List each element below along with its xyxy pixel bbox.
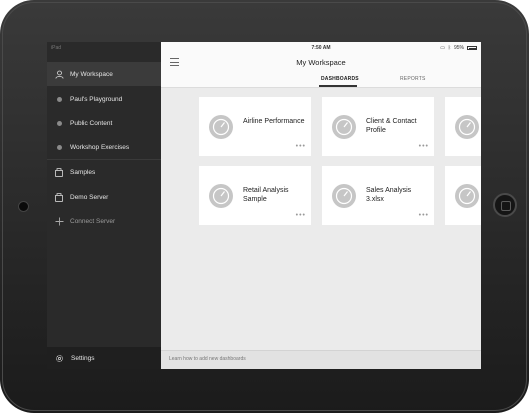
- sidebar-item-pauls-playground[interactable]: Paul's Playground: [47, 87, 161, 111]
- sidebar-item-demo-server[interactable]: Demo Server: [47, 185, 161, 209]
- status-bar: 7:50 AM ▭ ᛒ 95%: [161, 42, 481, 53]
- sidebar-item-label: Demo Server: [70, 193, 109, 201]
- sidebar-item-settings[interactable]: Settings: [47, 347, 161, 369]
- more-icon[interactable]: •••: [419, 143, 429, 150]
- status-time: 7:50 AM: [311, 45, 331, 51]
- folder-icon: [47, 167, 71, 177]
- sidebar-item-my-workspace[interactable]: My Workspace: [47, 62, 161, 86]
- sidebar-item-label: My Workspace: [70, 70, 113, 78]
- dashboard-card[interactable]: Retail Analysis Sample •••: [199, 166, 311, 225]
- add-dashboards-help-link[interactable]: Learn how to add new dashboards: [169, 356, 246, 362]
- gauge-icon: [332, 115, 356, 139]
- card-title: Retail Analysis Sample: [243, 187, 289, 203]
- sidebar-item-connect-server[interactable]: Connect Server: [47, 209, 161, 233]
- app-header: My Workspace: [161, 53, 481, 71]
- app-screen: iPad My Workspace Paul's Playground Publ…: [47, 42, 481, 369]
- main-panel: 7:50 AM ▭ ᛒ 95% My Workspace DASHBOARDS …: [161, 42, 481, 369]
- settings-label: Settings: [71, 354, 95, 362]
- card-title: Airline Performance: [243, 118, 305, 125]
- plus-icon: [47, 217, 71, 226]
- user-icon: [47, 70, 71, 79]
- dashboard-card[interactable]: Sales Analysis 3.xlsx •••: [322, 166, 434, 225]
- battery-percent: 95%: [453, 45, 464, 51]
- active-tab-indicator: [319, 85, 357, 87]
- gauge-icon: [209, 115, 233, 139]
- card-title: Sales Analysis 3.xlsx: [366, 187, 412, 203]
- sidebar-item-label: Connect Server: [70, 217, 116, 225]
- carrier-label: iPad: [51, 45, 62, 51]
- tab-bar: DASHBOARDS REPORTS: [161, 71, 481, 88]
- dot-icon: [56, 144, 62, 150]
- gauge-icon: [332, 184, 356, 208]
- ipad-device-frame: iPad My Workspace Paul's Playground Publ…: [0, 0, 529, 413]
- sidebar-item-workshop-exercises[interactable]: Workshop Exercises: [47, 135, 161, 159]
- gauge-icon: [209, 184, 233, 208]
- page-title: My Workspace: [296, 58, 346, 67]
- front-camera: [18, 201, 29, 212]
- dashboard-card[interactable]: Airline Performance •••: [199, 97, 311, 156]
- dashboard-card[interactable]: [445, 166, 481, 225]
- sidebar-item-label: Paul's Playground: [70, 95, 123, 103]
- airplay-icon: ▭: [440, 45, 445, 51]
- more-icon[interactable]: •••: [296, 212, 306, 219]
- help-footer[interactable]: Learn how to add new dashboards: [161, 350, 481, 369]
- home-button[interactable]: [493, 193, 517, 217]
- bluetooth-icon: ᛒ: [447, 45, 451, 51]
- sidebar-item-samples[interactable]: Samples: [47, 160, 161, 184]
- dashboards-grid: Airline Performance ••• Client & Contact…: [161, 88, 481, 350]
- gauge-icon: [455, 184, 479, 208]
- sidebar-item-label: Samples: [70, 168, 96, 176]
- battery-icon: [467, 46, 477, 50]
- dashboard-card[interactable]: [445, 97, 481, 156]
- sidebar-item-label: Public Content: [70, 119, 113, 127]
- dashboard-card[interactable]: Client & Contact Profile •••: [322, 97, 434, 156]
- tab-reports[interactable]: REPORTS: [400, 76, 425, 82]
- gauge-icon: [455, 115, 479, 139]
- dot-icon: [56, 96, 62, 102]
- folder-icon: [47, 192, 71, 202]
- more-icon[interactable]: •••: [419, 212, 429, 219]
- dot-icon: [56, 120, 62, 126]
- sidebar-item-label: Workshop Exercises: [70, 143, 130, 151]
- more-icon[interactable]: •••: [296, 143, 306, 150]
- sidebar-item-public-content[interactable]: Public Content: [47, 111, 161, 135]
- tab-dashboards[interactable]: DASHBOARDS: [321, 76, 359, 82]
- sidebar: iPad My Workspace Paul's Playground Publ…: [47, 42, 161, 369]
- card-title: Client & Contact Profile: [366, 118, 417, 134]
- gear-icon: [47, 354, 71, 363]
